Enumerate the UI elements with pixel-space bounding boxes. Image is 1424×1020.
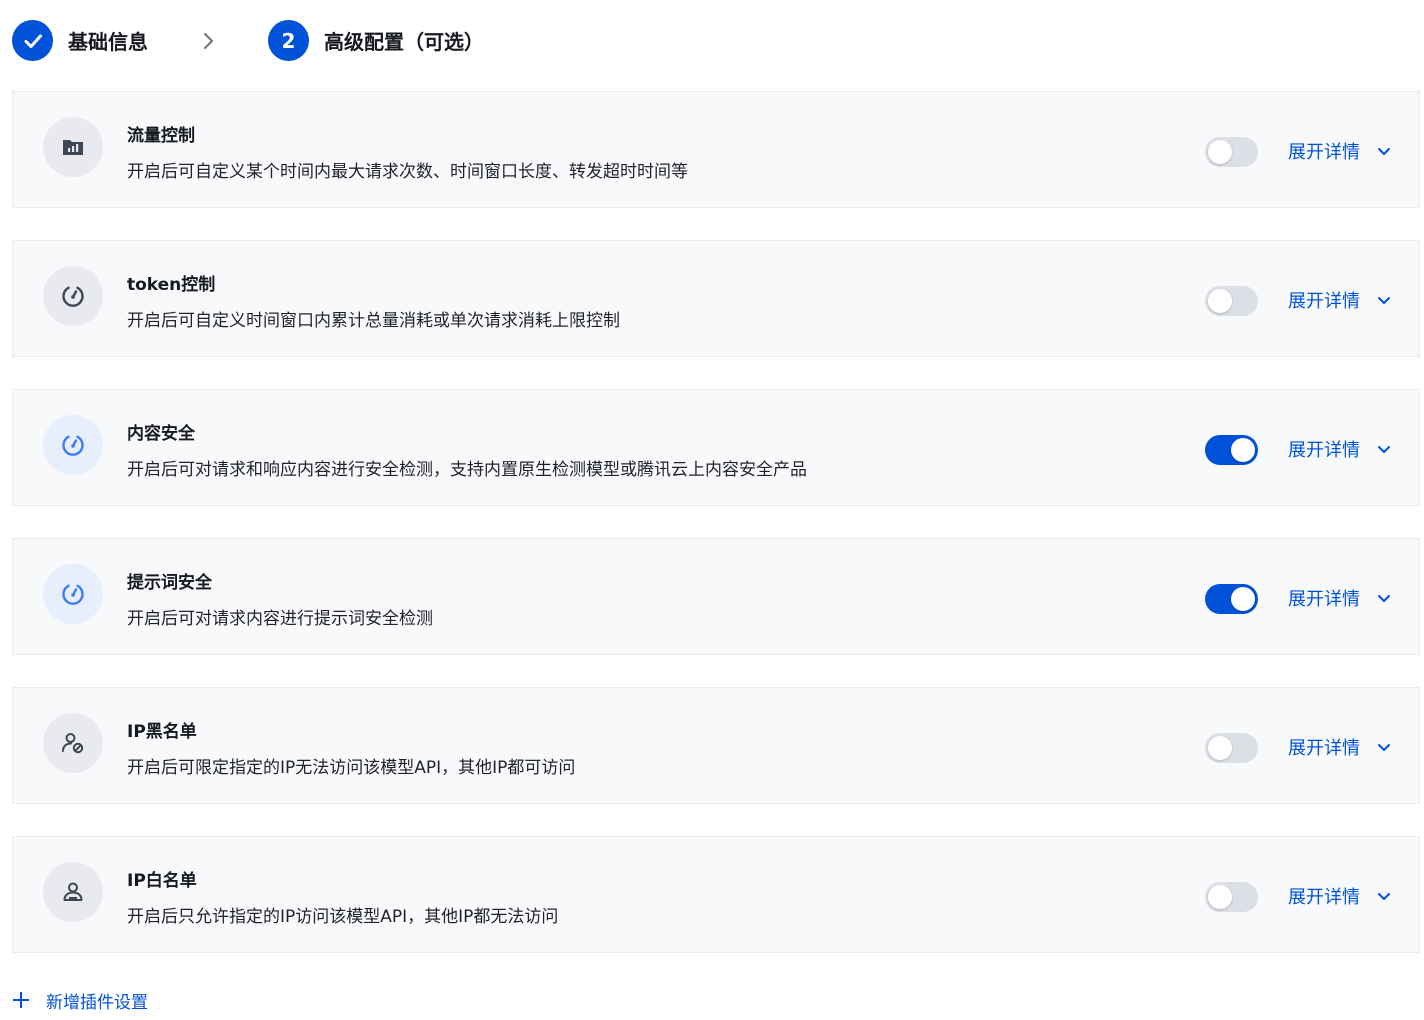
plugin-card: IP白名单 开启后只允许指定的IP访问该模型API，其他IP都无法访问 展开详情	[12, 836, 1420, 953]
plugin-description: 开启后可对请求内容进行提示词安全检测	[127, 609, 433, 629]
plugin-title: IP黑名单	[127, 722, 197, 742]
plugin-description: 开启后只允许指定的IP访问该模型API，其他IP都无法访问	[127, 907, 559, 927]
plugin-card: 提示词安全 开启后可对请求内容进行提示词安全检测 展开详情	[12, 538, 1420, 655]
expand-details-button[interactable]: 展开详情	[1288, 883, 1392, 909]
expand-details-button[interactable]: 展开详情	[1288, 287, 1392, 313]
toggle-knob	[1208, 736, 1232, 760]
plugin-title: token控制	[127, 275, 216, 295]
plugin-icon-badge	[43, 117, 103, 177]
chevron-down-icon	[1378, 446, 1390, 453]
expand-details-button[interactable]: 展开详情	[1288, 436, 1392, 462]
toggle-knob	[1231, 587, 1255, 611]
toggle-knob	[1208, 289, 1232, 313]
plus-icon	[13, 992, 29, 1008]
plugin-card: token控制 开启后可自定义时间窗口内累计总量消耗或单次请求消耗上限控制 展开…	[12, 240, 1420, 357]
plugin-icon-badge	[43, 713, 103, 773]
plugin-icon-badge	[43, 415, 103, 475]
step-label: 基础信息	[68, 30, 148, 54]
toggle-knob	[1208, 885, 1232, 909]
plugin-toggle[interactable]	[1205, 584, 1258, 614]
plugin-card: IP黑名单 开启后可限定指定的IP无法访问该模型API，其他IP都可访问 展开详…	[12, 687, 1420, 804]
steps-bar: 基础信息 2 高级配置（可选）	[12, 20, 484, 61]
plugin-icon-badge	[43, 266, 103, 326]
chevron-down-icon	[1378, 297, 1390, 304]
plugin-title: 提示词安全	[127, 573, 212, 593]
step-advanced-config[interactable]: 2 高级配置（可选）	[268, 20, 484, 61]
expand-details-label: 展开详情	[1288, 291, 1360, 312]
gauge-icon	[60, 283, 86, 309]
expand-details-label: 展开详情	[1288, 887, 1360, 908]
step-number-circle: 2	[268, 20, 309, 61]
plugin-toggle[interactable]	[1205, 733, 1258, 763]
plugin-description: 开启后可自定义时间窗口内累计总量消耗或单次请求消耗上限控制	[127, 311, 620, 331]
plugin-toggle[interactable]	[1205, 286, 1258, 316]
toggle-knob	[1208, 140, 1232, 164]
expand-details-label: 展开详情	[1288, 589, 1360, 610]
expand-details-label: 展开详情	[1288, 142, 1360, 163]
chevron-right-icon	[198, 31, 218, 51]
chevron-down-icon	[1378, 595, 1390, 602]
toggle-knob	[1231, 438, 1255, 462]
expand-details-label: 展开详情	[1288, 440, 1360, 461]
add-plugin-button[interactable]: 新增插件设置	[12, 988, 148, 1013]
plugin-description: 开启后可限定指定的IP无法访问该模型API，其他IP都可访问	[127, 758, 576, 778]
user-block-icon	[60, 730, 86, 756]
plugin-description: 开启后可自定义某个时间内最大请求次数、时间窗口长度、转发超时时间等	[127, 162, 688, 182]
chevron-down-icon	[1378, 148, 1390, 155]
plugin-icon-badge	[43, 862, 103, 922]
chevron-down-icon	[1378, 744, 1390, 751]
plugin-toggle[interactable]	[1205, 435, 1258, 465]
expand-details-button[interactable]: 展开详情	[1288, 734, 1392, 760]
chevron-down-icon	[1378, 893, 1390, 900]
expand-details-label: 展开详情	[1288, 738, 1360, 759]
plugin-title: IP白名单	[127, 871, 197, 891]
expand-details-button[interactable]: 展开详情	[1288, 585, 1392, 611]
step-label: 高级配置（可选）	[324, 30, 484, 54]
step-basic-info[interactable]: 基础信息	[12, 20, 148, 61]
plugin-title: 流量控制	[127, 126, 195, 146]
chart-folder-icon	[60, 134, 86, 160]
user-icon	[60, 879, 86, 905]
plugin-icon-badge	[43, 564, 103, 624]
plugin-description: 开启后可对请求和响应内容进行安全检测，支持内置原生检测模型或腾讯云上内容安全产品	[127, 460, 807, 480]
check-icon	[24, 34, 42, 48]
plugin-title: 内容安全	[127, 424, 195, 444]
gauge-icon	[60, 432, 86, 458]
add-plugin-label: 新增插件设置	[46, 992, 148, 1013]
plugin-card: 内容安全 开启后可对请求和响应内容进行安全检测，支持内置原生检测模型或腾讯云上内…	[12, 389, 1420, 506]
gauge-icon	[60, 581, 86, 607]
plugin-card: 流量控制 开启后可自定义某个时间内最大请求次数、时间窗口长度、转发超时时间等 展…	[12, 91, 1420, 208]
step-done-circle	[12, 20, 53, 61]
plugin-toggle[interactable]	[1205, 882, 1258, 912]
expand-details-button[interactable]: 展开详情	[1288, 138, 1392, 164]
plugin-toggle[interactable]	[1205, 137, 1258, 167]
